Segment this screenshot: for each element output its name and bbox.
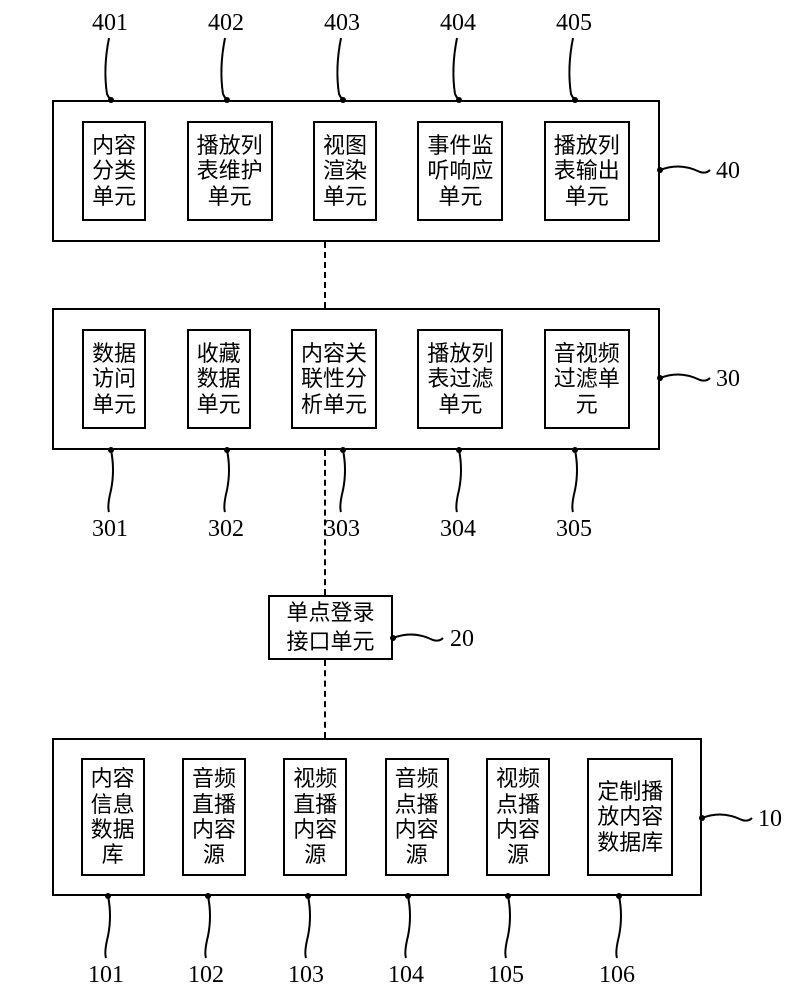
- group-30: 数据 访问 单元 收藏 数据 单元 内容关 联性分 析单元 播放列 表过滤 单元…: [52, 308, 660, 450]
- lead-30: [660, 374, 710, 394]
- label-101: 101: [88, 962, 124, 989]
- unit-105: 视频 点播 内容 源: [486, 758, 550, 876]
- dashed-connector-20-10: [324, 660, 326, 738]
- label-304: 304: [440, 516, 476, 543]
- lead-103: [302, 896, 322, 958]
- label-402: 402: [208, 10, 244, 37]
- label-102: 102: [188, 962, 224, 989]
- unit-402: 播放列 表维护 单元: [187, 121, 273, 221]
- label-302: 302: [208, 516, 244, 543]
- label-301: 301: [92, 516, 128, 543]
- lead-10: [702, 814, 752, 834]
- unit-404: 事件监 听响应 单元: [417, 121, 503, 221]
- unit-101: 内容 信息 数据 库: [81, 758, 145, 876]
- lead-403: [337, 38, 357, 100]
- unit-103: 视频 直播 内容 源: [283, 758, 347, 876]
- label-20: 20: [450, 626, 474, 653]
- label-401: 401: [92, 10, 128, 37]
- lead-405: [569, 38, 589, 100]
- label-106: 106: [599, 962, 635, 989]
- unit-102: 音频 直播 内容 源: [182, 758, 246, 876]
- unit-401: 内容 分类 单元: [82, 121, 146, 221]
- unit-304: 播放列 表过滤 单元: [417, 329, 503, 429]
- dashed-connector-40-30: [324, 242, 326, 308]
- unit-20: 单点登录 接口单元: [268, 595, 393, 660]
- lead-101: [102, 896, 122, 958]
- lead-104: [402, 896, 422, 958]
- lead-402: [221, 38, 241, 100]
- lead-106: [613, 896, 633, 958]
- diagram-canvas: 内容 分类 单元 播放列 表维护 单元 视图 渲染 单元 事件监 听响应 单元 …: [0, 0, 805, 1000]
- group-40: 内容 分类 单元 播放列 表维护 单元 视图 渲染 单元 事件监 听响应 单元 …: [52, 100, 660, 242]
- label-105: 105: [488, 962, 524, 989]
- label-403: 403: [324, 10, 360, 37]
- unit-302: 收藏 数据 单元: [187, 329, 251, 429]
- lead-404: [453, 38, 473, 100]
- unit-403: 视图 渲染 单元: [313, 121, 377, 221]
- unit-301: 数据 访问 单元: [82, 329, 146, 429]
- lead-303: [337, 450, 357, 512]
- lead-305: [569, 450, 589, 512]
- lead-301: [105, 450, 125, 512]
- unit-305: 音视频 过滤单 元: [544, 329, 630, 429]
- unit-303: 内容关 联性分 析单元: [291, 329, 377, 429]
- lead-302: [221, 450, 241, 512]
- lead-401: [105, 38, 125, 100]
- lead-105: [502, 896, 522, 958]
- unit-104: 音频 点播 内容 源: [385, 758, 449, 876]
- lead-20: [393, 634, 443, 654]
- lead-40: [660, 166, 710, 186]
- label-303: 303: [324, 516, 360, 543]
- lead-102: [202, 896, 222, 958]
- unit-405: 播放列 表输出 单元: [544, 121, 630, 221]
- lead-304: [453, 450, 473, 512]
- label-103: 103: [288, 962, 324, 989]
- label-104: 104: [388, 962, 424, 989]
- unit-106: 定制播 放内容 数据库: [587, 758, 673, 876]
- label-40: 40: [716, 158, 740, 185]
- label-405: 405: [556, 10, 592, 37]
- group-10: 内容 信息 数据 库 音频 直播 内容 源 视频 直播 内容 源 音频 点播 内…: [52, 738, 702, 896]
- label-404: 404: [440, 10, 476, 37]
- label-10: 10: [758, 806, 782, 833]
- label-30: 30: [716, 366, 740, 393]
- label-305: 305: [556, 516, 592, 543]
